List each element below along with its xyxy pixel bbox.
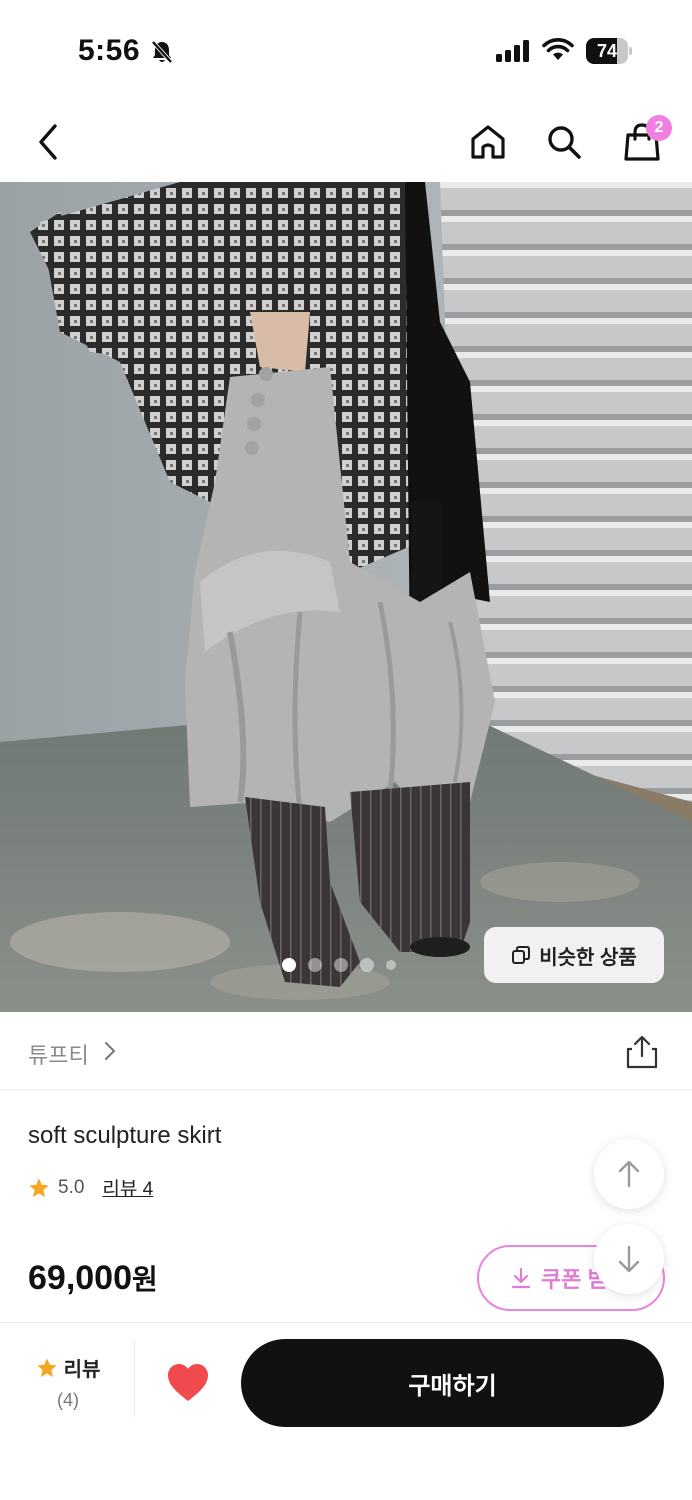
carousel-dot[interactable] — [360, 958, 374, 972]
chevron-right-icon — [105, 1042, 116, 1060]
product-title: soft sculpture skirt — [28, 1122, 222, 1149]
star-icon — [36, 1357, 57, 1377]
arrow-up-icon — [618, 1160, 640, 1188]
cellular-signal-icon — [496, 40, 532, 67]
arrow-down-icon — [618, 1245, 640, 1273]
carousel-dot[interactable] — [282, 958, 296, 972]
home-icon — [471, 125, 505, 159]
copy-icon — [512, 946, 531, 964]
back-button[interactable] — [24, 118, 72, 166]
battery-icon: 74 — [586, 38, 632, 64]
top-nav-bar — [0, 100, 692, 182]
brand-row: 튜프티 — [0, 1012, 692, 1090]
similar-products-label: 비슷한 상품 — [539, 946, 637, 969]
search-icon — [548, 126, 581, 159]
divider — [134, 1341, 135, 1417]
share-icon — [626, 1035, 658, 1069]
back-arrow-icon — [39, 124, 57, 160]
carousel-dot[interactable] — [386, 960, 396, 970]
scroll-down-button[interactable] — [594, 1224, 664, 1294]
heart-icon — [168, 1364, 208, 1401]
wishlist-button[interactable] — [165, 1360, 211, 1406]
brand-name-link[interactable]: 튜프티 — [28, 1038, 89, 1070]
product-price: 69,000원 — [28, 1258, 158, 1298]
star-icon — [29, 1177, 49, 1197]
image-carousel-dots[interactable] — [282, 958, 396, 972]
scroll-up-button[interactable] — [594, 1139, 664, 1209]
download-icon — [511, 1267, 531, 1289]
price-amount: 69,000 — [28, 1259, 132, 1297]
similar-products-button[interactable]: 비슷한 상품 — [484, 927, 664, 983]
carousel-dot[interactable] — [308, 958, 322, 972]
search-button[interactable] — [540, 118, 588, 166]
review-count-link[interactable]: 리뷰 4 — [102, 1174, 153, 1201]
buy-button[interactable]: 구매하기 — [241, 1339, 664, 1427]
status-time: 5:56 — [78, 34, 141, 67]
bell-off-icon — [150, 39, 174, 70]
wifi-icon — [542, 38, 574, 67]
home-button[interactable] — [464, 118, 512, 166]
rating-row: 5.0 리뷰 4 — [28, 1174, 153, 1201]
battery-percent: 74 — [596, 41, 618, 61]
review-tab-count: (4) — [57, 1390, 79, 1410]
price-currency: 원 — [132, 1264, 158, 1295]
product-image[interactable] — [0, 182, 692, 1012]
share-button[interactable] — [624, 1034, 660, 1070]
review-tab-button[interactable]: 리뷰 (4) — [28, 1353, 108, 1423]
status-bar: 5:56 74 — [0, 0, 692, 100]
review-tab-label: 리뷰 — [63, 1359, 101, 1381]
carousel-dot[interactable] — [334, 958, 348, 972]
cart-count-badge: 2 — [646, 115, 672, 141]
rating-value: 5.0 — [58, 1176, 85, 1198]
bottom-action-bar: 리뷰 (4) 구매하기 — [0, 1322, 692, 1500]
